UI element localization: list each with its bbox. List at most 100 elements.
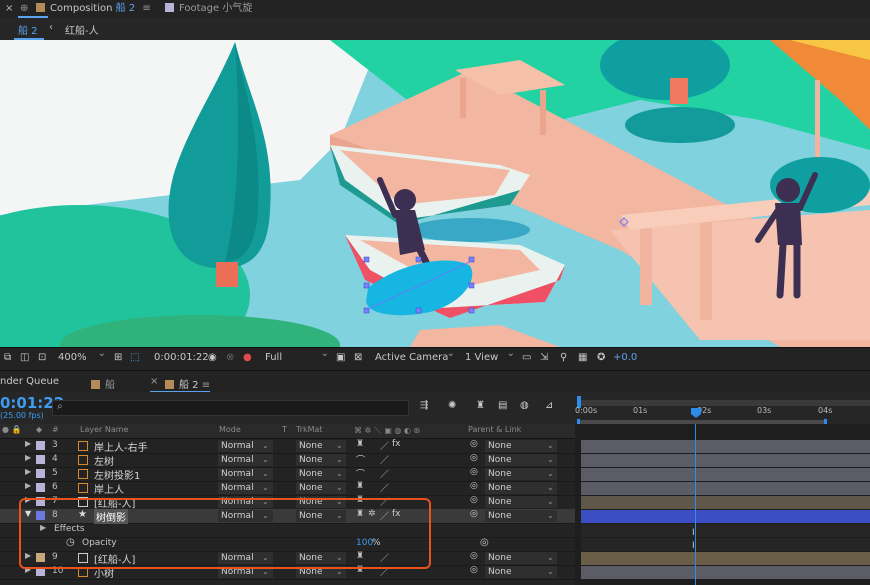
- layer-name[interactable]: 岸上人: [94, 481, 124, 496]
- track-matte-dropdown[interactable]: None ⌄: [296, 482, 346, 494]
- layer-duration-bar[interactable]: [581, 566, 870, 579]
- hide-shy-layers-icon[interactable]: ♜: [476, 400, 485, 411]
- expand-triangle-icon[interactable]: ▶: [25, 481, 31, 490]
- layer-row[interactable]: ▶ 5 左树投影1 Normal ⌄ None ⌄ ⌒ ／ ◎ None ⌄: [0, 467, 575, 482]
- show-snapshot-icon[interactable]: ⊗: [226, 352, 234, 363]
- pick-whip-icon[interactable]: ◎: [470, 551, 478, 561]
- pick-whip-icon[interactable]: ◎: [470, 467, 478, 477]
- exposure-value[interactable]: +0.0: [613, 352, 637, 363]
- parent-dropdown[interactable]: None ⌄: [485, 468, 557, 480]
- quality-switch-icon[interactable]: ／: [380, 481, 389, 494]
- camera-snapshot-icon[interactable]: ◉: [208, 352, 217, 363]
- fast-preview-icon[interactable]: ⊠: [354, 352, 362, 363]
- breadcrumb-item-comp[interactable]: 船 2: [18, 22, 38, 37]
- blend-mode-dropdown[interactable]: Normal ⌄: [218, 454, 273, 466]
- quality-switch-icon[interactable]: ／: [380, 439, 389, 452]
- label-color-swatch[interactable]: [36, 455, 45, 464]
- label-color-swatch[interactable]: [36, 469, 45, 478]
- mask-icon[interactable]: ⊡: [38, 352, 46, 363]
- channel-icon[interactable]: ●: [243, 352, 252, 363]
- layer-row[interactable]: ▶ 4 左树 Normal ⌄ None ⌄ ⌒ ／ ◎ None ⌄: [0, 453, 575, 468]
- exposure-reset-icon[interactable]: ✪: [597, 352, 605, 363]
- track-matte-dropdown[interactable]: None ⌄: [296, 468, 346, 480]
- blend-mode-dropdown[interactable]: Normal ⌄: [218, 440, 273, 452]
- layer-duration-bar[interactable]: [581, 468, 870, 481]
- safe-zones-icon[interactable]: ⊞: [114, 352, 122, 363]
- pick-whip-icon[interactable]: ◎: [470, 565, 478, 575]
- layer-duration-bar-selected[interactable]: [581, 510, 870, 523]
- shy-switch-icon[interactable]: ♜: [356, 481, 364, 491]
- pick-whip-icon[interactable]: ◎: [470, 509, 478, 519]
- timeline-icon[interactable]: ▦: [578, 352, 587, 363]
- expression-pickwhip-icon[interactable]: ◎: [480, 537, 489, 548]
- menu-icon[interactable]: ≡: [142, 3, 150, 14]
- breadcrumb-item-precomp[interactable]: 红船-人: [65, 22, 99, 37]
- layer-name[interactable]: 岸上人-右手: [94, 439, 148, 454]
- expand-triangle-icon[interactable]: ▶: [25, 439, 31, 448]
- camera-dropdown[interactable]: Active Camera: [375, 348, 455, 363]
- parent-dropdown[interactable]: None ⌄: [485, 454, 557, 466]
- layer-duration-bar[interactable]: [581, 496, 870, 509]
- pick-whip-icon[interactable]: ◎: [470, 453, 478, 463]
- render-queue-tab[interactable]: nder Queue: [0, 376, 59, 387]
- label-color-swatch[interactable]: [36, 483, 45, 492]
- footage-tab[interactable]: Footage 小气旋: [165, 0, 252, 18]
- view-layout-dropdown[interactable]: 1 View: [465, 348, 515, 363]
- draft-3d-icon[interactable]: ✺: [448, 400, 456, 411]
- zoom-dropdown[interactable]: 400%: [58, 348, 106, 363]
- timecode-display[interactable]: 0:00:01:22: [154, 352, 209, 363]
- vr-icon[interactable]: ◫: [20, 352, 29, 363]
- layer-duration-bar[interactable]: [581, 454, 870, 467]
- timeline-tab-boat[interactable]: 船: [91, 376, 115, 391]
- frame-blending-icon[interactable]: ▤: [498, 400, 507, 411]
- composition-tab[interactable]: Composition 船 2 ≡: [36, 0, 151, 18]
- playhead-line[interactable]: [695, 424, 696, 585]
- parent-dropdown[interactable]: None ⌄: [485, 552, 557, 564]
- layer-row[interactable]: ▶ 6 岸上人 Normal ⌄ None ⌄ ♜ ／ ◎ None ⌄: [0, 481, 575, 496]
- always-preview-icon[interactable]: ⧉: [4, 352, 11, 363]
- shy-switch-icon[interactable]: ⌒: [356, 467, 365, 480]
- composition-viewer[interactable]: [0, 40, 870, 347]
- shy-switch-icon[interactable]: ♜: [356, 439, 364, 449]
- parent-dropdown[interactable]: None ⌄: [485, 440, 557, 452]
- quality-switch-icon[interactable]: ／: [380, 467, 389, 480]
- layer-track-area[interactable]: I I: [575, 424, 870, 585]
- blend-mode-dropdown[interactable]: Normal ⌄: [218, 468, 273, 480]
- pick-whip-icon[interactable]: ◎: [470, 481, 478, 491]
- parent-dropdown[interactable]: None ⌄: [485, 510, 557, 522]
- fast-previews-icon[interactable]: ⇲: [540, 352, 548, 363]
- flowchart-icon[interactable]: ⚲: [560, 352, 567, 363]
- playhead-handle[interactable]: [691, 408, 701, 418]
- graph-editor-icon[interactable]: ⊿: [545, 400, 553, 411]
- effects-switch-icon[interactable]: fx: [392, 439, 401, 449]
- pick-whip-icon[interactable]: ◎: [470, 439, 478, 449]
- parent-dropdown[interactable]: None ⌄: [485, 566, 557, 578]
- quality-switch-icon[interactable]: ／: [380, 453, 389, 466]
- parent-dropdown[interactable]: None ⌄: [485, 482, 557, 494]
- blend-mode-dropdown[interactable]: Normal ⌄: [218, 482, 273, 494]
- close-icon[interactable]: ×: [5, 0, 13, 18]
- toggle-pixel-aspect-icon[interactable]: ▭: [522, 352, 531, 363]
- layer-duration-bar[interactable]: [581, 482, 870, 495]
- timeline-tab-boat-2[interactable]: 船 2 ≡: [165, 376, 210, 391]
- composition-mini-flowchart-icon[interactable]: ⇶: [420, 400, 428, 411]
- layer-name-column-header[interactable]: Layer Name: [80, 425, 128, 434]
- expand-triangle-icon[interactable]: ▶: [25, 453, 31, 462]
- layer-duration-bar[interactable]: [581, 440, 870, 453]
- time-ruler[interactable]: 0:00s 01s 02s 03s 04s: [575, 392, 870, 425]
- layer-row[interactable]: ▶ 3 岸上人-右手 Normal ⌄ None ⌄ ♜ ／ fx ◎ None ⌄: [0, 439, 575, 454]
- layer-search-input[interactable]: ⌕: [52, 400, 409, 416]
- track-matte-dropdown[interactable]: None ⌄: [296, 440, 346, 452]
- expand-triangle-icon[interactable]: ▶: [25, 467, 31, 476]
- layer-duration-bar[interactable]: [581, 552, 870, 565]
- transparency-grid-icon[interactable]: ▣: [336, 352, 345, 363]
- close-icon[interactable]: ×: [150, 376, 158, 387]
- layer-name[interactable]: 左树投影1: [94, 467, 140, 482]
- layer-name[interactable]: 左树: [94, 453, 114, 468]
- parent-dropdown[interactable]: None ⌄: [485, 496, 557, 508]
- region-of-interest-icon[interactable]: ⬚: [130, 352, 139, 363]
- menu-icon[interactable]: ≡: [202, 380, 210, 391]
- resolution-dropdown[interactable]: Full: [265, 348, 329, 363]
- motion-blur-icon[interactable]: ◍: [520, 400, 529, 411]
- label-color-swatch[interactable]: [36, 441, 45, 450]
